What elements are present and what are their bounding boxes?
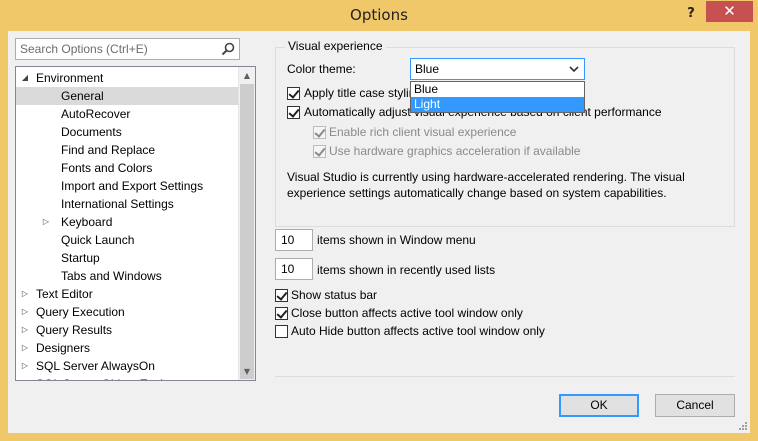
close-button[interactable]: ✕: [706, 1, 753, 22]
tree-item-label: Quick Launch: [61, 233, 135, 247]
rich-client-checkbox[interactable]: [313, 126, 326, 139]
search-icon[interactable]: [220, 41, 236, 57]
scroll-up-arrow-icon[interactable]: ▲: [239, 67, 255, 84]
tree-item[interactable]: Import and Export Settings: [16, 177, 240, 195]
scroll-thumb[interactable]: [240, 84, 254, 379]
rendering-info-text: Visual Studio is currently using hardwar…: [287, 170, 685, 200]
window-title: Options: [350, 6, 408, 24]
tree-item-label: Query Execution: [36, 305, 125, 319]
collapsed-arrow-icon[interactable]: ▷: [41, 213, 51, 231]
tree-item-label: Tabs and Windows: [61, 269, 162, 283]
collapsed-arrow-icon[interactable]: ▷: [20, 321, 30, 339]
tree-item-label: AutoRecover: [61, 107, 131, 121]
tree-item-label: Text Editor: [36, 287, 93, 301]
title-case-checkbox[interactable]: [287, 87, 300, 100]
tree-item[interactable]: Quick Launch: [16, 231, 240, 249]
options-tree[interactable]: ◢ Environment General AutoRecover Documents F…: [15, 66, 256, 381]
color-theme-option-light[interactable]: Light: [411, 97, 584, 112]
tree-item-label: Startup: [61, 251, 100, 265]
mru-count-input[interactable]: 10: [275, 258, 313, 280]
auto-hide-checkbox[interactable]: [275, 325, 288, 338]
expanded-arrow-icon[interactable]: ◢: [20, 69, 30, 87]
tree-item[interactable]: Fonts and Colors: [16, 159, 240, 177]
window-menu-count-value: 10: [281, 233, 295, 247]
hw-accel-label: Use hardware graphics acceleration if av…: [329, 144, 581, 158]
status-bar-label: Show status bar: [291, 288, 378, 302]
auto-adjust-checkbox[interactable]: [287, 106, 300, 119]
color-theme-label: Color theme:: [287, 62, 356, 76]
color-theme-dropdown[interactable]: Blue Light: [410, 81, 585, 113]
rich-client-label: Enable rich client visual experience: [329, 125, 517, 139]
tree-item-label: Environment: [36, 71, 104, 85]
collapsed-arrow-icon[interactable]: ▷: [20, 285, 30, 303]
tree-scrollbar[interactable]: ▲ ▼: [238, 67, 255, 380]
color-theme-option-blue[interactable]: Blue: [411, 82, 584, 97]
tree-item-label: SQL Server AlwaysOn: [36, 359, 155, 373]
tree-item[interactable]: ▷ Query Execution: [16, 303, 240, 321]
help-button[interactable]: ?: [680, 4, 702, 24]
collapsed-arrow-icon[interactable]: ▷: [20, 375, 30, 380]
tree-item-label: International Settings: [61, 197, 174, 211]
close-button-checkbox[interactable]: [275, 307, 288, 320]
ok-button[interactable]: OK: [559, 394, 639, 417]
tree-item[interactable]: Tabs and Windows: [16, 267, 240, 285]
tree-item-label: Query Results: [36, 323, 113, 337]
tree-item[interactable]: ▷ Text Editor: [16, 285, 240, 303]
tree-item[interactable]: ▷ Keyboard: [16, 213, 240, 231]
tree-item-label: Import and Export Settings: [61, 179, 204, 193]
tree-item-label: Fonts and Colors: [61, 161, 153, 175]
mru-count-label: items shown in recently used lists: [317, 263, 496, 277]
title-bar[interactable]: Options ? ✕: [0, 0, 758, 32]
tree-item[interactable]: ▷ SQL Server Object Explorer: [16, 375, 240, 380]
tree-item[interactable]: ◢ Environment: [16, 69, 240, 87]
mru-count-value: 10: [281, 262, 295, 276]
hw-accel-checkbox[interactable]: [313, 145, 326, 158]
tree-item[interactable]: ▷ Designers: [16, 339, 240, 357]
tree-item[interactable]: Find and Replace: [16, 141, 240, 159]
footer-divider: [275, 376, 735, 377]
tree-item-label: SQL Server Object Explorer: [36, 375, 184, 380]
tree-item[interactable]: International Settings: [16, 195, 240, 213]
tree-item[interactable]: Startup: [16, 249, 240, 267]
cancel-button[interactable]: Cancel: [655, 394, 735, 417]
window-menu-count-label: items shown in Window menu: [317, 233, 476, 247]
chevron-down-icon[interactable]: [567, 61, 581, 77]
tree-item-label: General: [61, 89, 104, 103]
visual-experience-title: Visual experience: [285, 39, 386, 53]
scroll-down-arrow-icon[interactable]: ▼: [239, 363, 255, 380]
close-button-label: Close button affects active tool window …: [291, 306, 523, 320]
search-input[interactable]: Search Options (Ctrl+E): [15, 38, 240, 60]
tree-item-label: Designers: [36, 341, 91, 355]
tree-item-label: Documents: [61, 125, 122, 139]
collapsed-arrow-icon[interactable]: ▷: [20, 303, 30, 321]
tree-item-label: Keyboard: [61, 215, 113, 229]
dialog-client: Search Options (Ctrl+E) ◢ Environment Gene…: [8, 31, 750, 433]
collapsed-arrow-icon[interactable]: ▷: [20, 357, 30, 375]
color-theme-select[interactable]: Blue: [410, 58, 585, 80]
tree-item-label: Find and Replace: [61, 143, 156, 157]
resize-grip-icon[interactable]: [738, 421, 748, 431]
tree-item[interactable]: General: [16, 87, 240, 105]
color-theme-value: Blue: [415, 62, 440, 76]
status-bar-checkbox[interactable]: [275, 289, 288, 302]
window-menu-count-input[interactable]: 10: [275, 229, 313, 251]
search-placeholder: Search Options (Ctrl+E): [20, 42, 148, 56]
tree-item[interactable]: AutoRecover: [16, 105, 240, 123]
auto-hide-label: Auto Hide button affects active tool win…: [291, 324, 545, 338]
collapsed-arrow-icon[interactable]: ▷: [20, 339, 30, 357]
tree-item[interactable]: ▷ Query Results: [16, 321, 240, 339]
tree-item[interactable]: ▷ SQL Server AlwaysOn: [16, 357, 240, 375]
tree-item[interactable]: Documents: [16, 123, 240, 141]
options-dialog: Options ? ✕ Search Options (Ctrl+E) ◢ Env…: [0, 0, 758, 441]
